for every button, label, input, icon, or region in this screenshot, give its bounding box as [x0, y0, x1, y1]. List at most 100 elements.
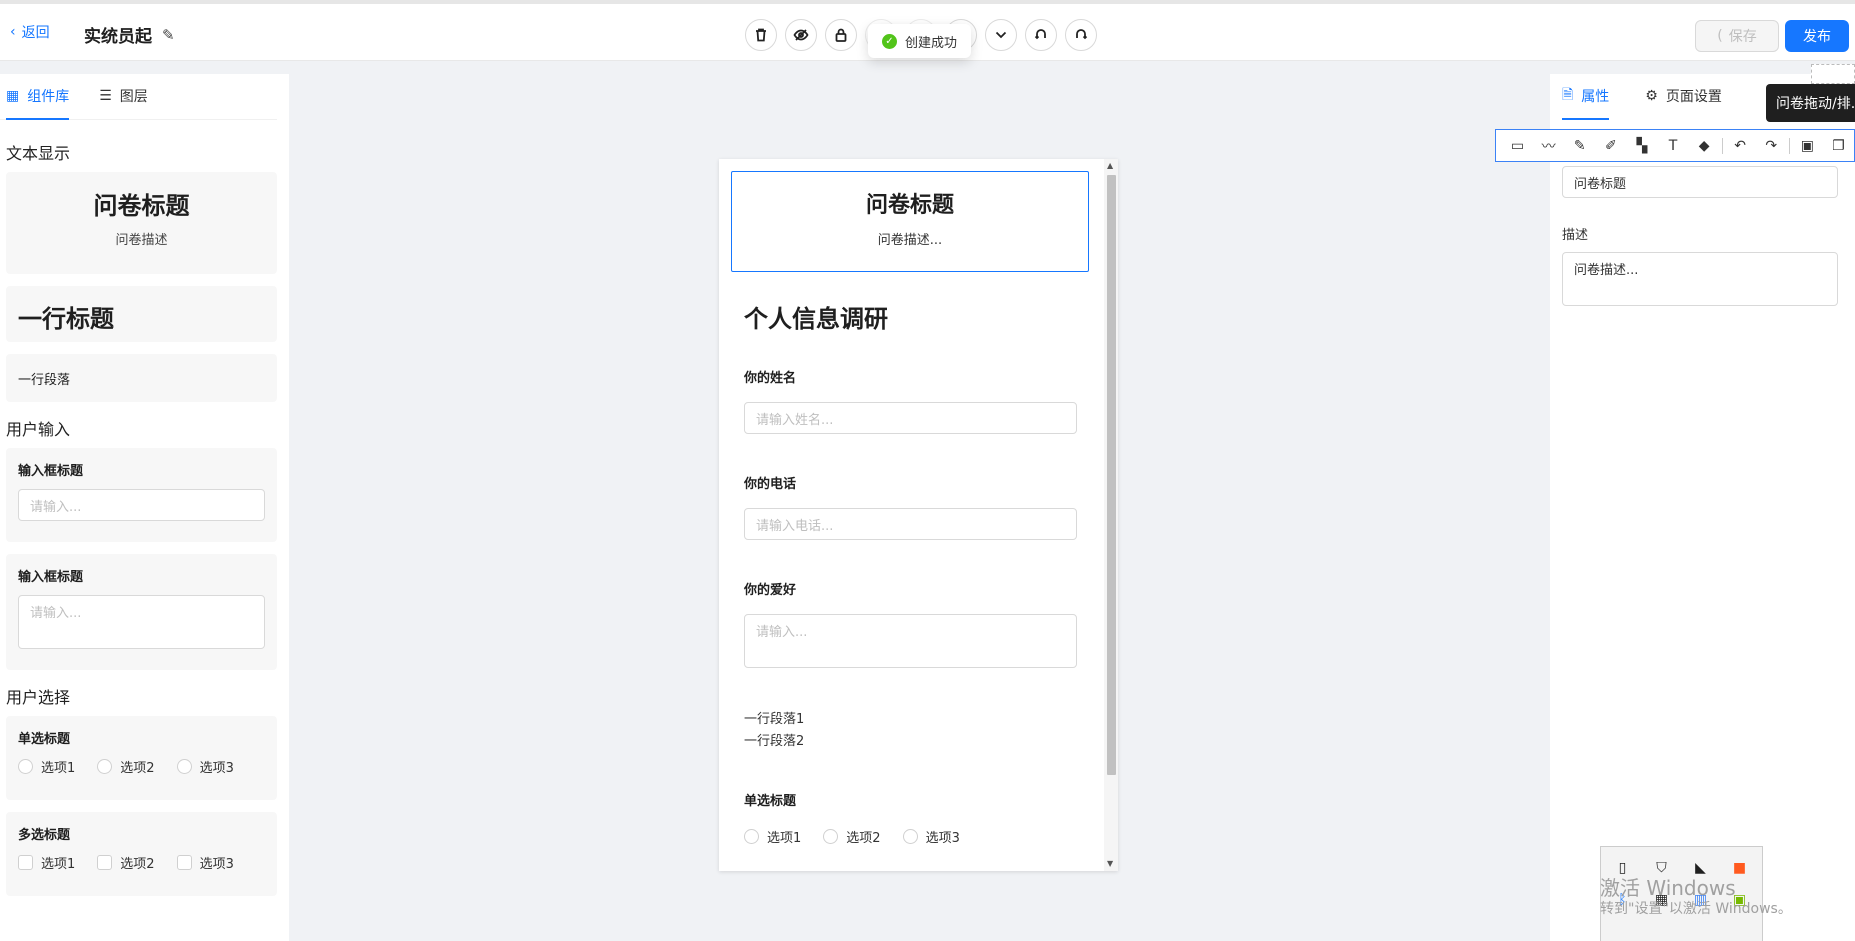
tab-label: 图层 [119, 89, 148, 105]
redo-button[interactable] [1065, 19, 1097, 51]
radio-option: 选项1 [18, 757, 75, 776]
canvas-heading[interactable]: 个人信息调研 [744, 299, 888, 334]
radio-option-label: 选项3 [925, 831, 960, 846]
radio-circle [176, 759, 192, 774]
mosaic-tool-icon[interactable]: ▚ [1626, 130, 1657, 161]
radio-circle [902, 829, 918, 844]
checkbox-option-label: 选项3 [199, 857, 234, 872]
radio-option[interactable]: 选项1 [744, 827, 801, 846]
input-title: 输入框标题 [18, 464, 84, 479]
grid-icon: ▦ [6, 88, 20, 104]
radio-circle [823, 829, 839, 844]
activation-watermark-hint: 转到"设置"以激活 Windows。 [1600, 901, 1792, 917]
radio-option: 选项2 [97, 757, 155, 776]
hide-icon [793, 29, 809, 41]
checkbox-box [97, 855, 113, 870]
checkbox-option: 选项2 [97, 853, 155, 872]
file-icon: 🗎 [1562, 87, 1574, 103]
radio-title: 单选标题 [744, 794, 797, 809]
component-survey-title[interactable]: 问卷标题 问卷描述 [6, 172, 277, 274]
checkbox-title: 多选标题 [18, 828, 71, 843]
desc-field[interactable]: 问卷描述... [1562, 252, 1838, 306]
tab-label: 属性 [1581, 89, 1610, 105]
page-title: 实统员起 ✎ [84, 22, 175, 48]
redo-draw-icon[interactable]: ↷ [1756, 130, 1787, 161]
redo-icon [1076, 29, 1088, 40]
pen-tool-icon[interactable]: ✎ [1564, 130, 1595, 161]
title-text: 实统员起 [84, 27, 152, 47]
list-icon: ☰ [99, 88, 112, 104]
copy-draw-icon[interactable]: ❐ [1823, 130, 1854, 161]
phone-input[interactable]: 请输入电话... [744, 508, 1077, 540]
section-text-display: 文本显示 [6, 144, 71, 163]
tab-label: 页面设置 [1665, 89, 1722, 105]
hobby-textarea[interactable]: 请输入... [744, 614, 1077, 668]
scroll-down-icon[interactable]: ▼ [1107, 859, 1113, 868]
radio-option[interactable]: 选项3 [902, 827, 960, 846]
tab-properties[interactable]: 🗎 属性 [1562, 74, 1610, 120]
radio-option-label: 选项2 [120, 761, 155, 776]
left-panel: ▦ 组件库 ☰ 图层 文本显示 问卷标题 问卷描述 一行标题 一行段落 用户输入… [0, 74, 289, 941]
radio-circle [744, 829, 759, 844]
toast-text: 创建成功 [905, 35, 958, 51]
name-input[interactable]: 请输入姓名... [744, 402, 1077, 434]
radio-option[interactable]: 选项2 [823, 827, 881, 846]
checkbox-option-label: 选项2 [120, 857, 155, 872]
comp-heading-text: 一行标题 [18, 305, 114, 333]
highlighter-tool-icon[interactable]: ✐ [1595, 130, 1626, 161]
lock-icon [835, 28, 847, 42]
component-checkbox[interactable]: 多选标题 选项1 选项2 选项3 [6, 812, 277, 896]
scroll-up-icon[interactable]: ▲ [1107, 161, 1113, 170]
tab-page-settings[interactable]: ⚙ 页面设置 [1645, 74, 1722, 120]
comp-desc-text: 问卷描述 [115, 233, 168, 248]
tab-components[interactable]: ▦ 组件库 [6, 74, 70, 120]
title-field[interactable]: 问卷标题 [1562, 166, 1838, 198]
component-input[interactable]: 输入框标题 请输入... [6, 448, 277, 542]
save-label: 保存 [1728, 29, 1757, 45]
radio-option-label: 选项1 [767, 831, 802, 846]
text-tool-icon[interactable]: T [1657, 130, 1688, 161]
line-tool-icon[interactable]: 〰 [1533, 130, 1564, 161]
checkbox-box [176, 855, 192, 870]
comp-title-text: 问卷标题 [93, 192, 190, 220]
input-preview: 请输入... [18, 489, 265, 521]
selected-title-block[interactable]: 问卷标题 问卷描述... [731, 171, 1089, 272]
component-heading[interactable]: 一行标题 [6, 286, 277, 342]
paragraph-line-2: 一行段落2 [744, 734, 805, 749]
divider [1788, 137, 1790, 154]
delete-button[interactable] [745, 19, 777, 51]
move-down-button[interactable] [985, 19, 1017, 51]
section-user-choice: 用户选择 [6, 688, 71, 707]
canvas-scrollbar[interactable]: ▲ ▼ [1104, 159, 1118, 871]
save-draw-icon[interactable]: ▣ [1792, 130, 1823, 161]
component-textarea[interactable]: 输入框标题 请输入... [6, 554, 277, 670]
gear-icon: ⚙ [1645, 88, 1658, 104]
loading-icon: ( [1717, 28, 1723, 44]
checkbox-options: 选项1 选项2 选项3 [18, 853, 265, 872]
checkbox-option-label: 选项1 [41, 857, 76, 872]
component-radio[interactable]: 单选标题 选项1 选项2 选项3 [6, 716, 277, 800]
component-paragraph[interactable]: 一行段落 [6, 354, 277, 402]
undo-draw-icon[interactable]: ↶ [1725, 130, 1756, 161]
save-button[interactable]: ( 保存 [1695, 20, 1779, 52]
eraser-tool-icon[interactable]: ◆ [1689, 130, 1720, 161]
publish-button[interactable]: 发布 [1785, 20, 1849, 52]
tab-label: 组件库 [27, 89, 70, 105]
undo-icon [1034, 29, 1046, 40]
thumbnail-corner [1811, 64, 1855, 84]
chevron-left-icon: ‹ [10, 24, 16, 40]
comp-paragraph-text: 一行段落 [18, 373, 71, 388]
undo-button[interactable] [1025, 19, 1057, 51]
chevron-down-icon [995, 31, 1007, 39]
hide-button[interactable] [785, 19, 817, 51]
desc-label: 描述 [1562, 228, 1589, 243]
divider [1721, 137, 1723, 154]
checkbox-option: 选项1 [18, 853, 75, 872]
edit-title-icon[interactable]: ✎ [162, 26, 175, 44]
scrollbar-thumb[interactable] [1107, 175, 1116, 775]
shape-tool-icon[interactable]: ▭ [1502, 130, 1533, 161]
radio-title: 单选标题 [18, 732, 71, 747]
lock-button[interactable] [825, 19, 857, 51]
tab-layers[interactable]: ☰ 图层 [99, 74, 148, 120]
back-button[interactable]: ‹ 返回 [10, 22, 50, 42]
